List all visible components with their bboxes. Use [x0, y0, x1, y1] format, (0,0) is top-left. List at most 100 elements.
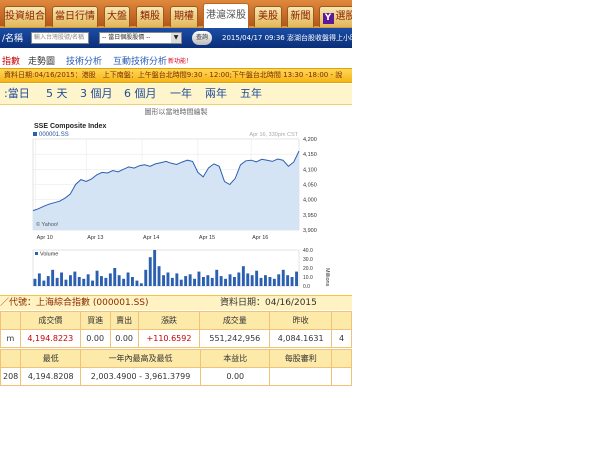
- tab-sectors[interactable]: 類股: [136, 6, 164, 27]
- subnav-trend-chart[interactable]: 走勢圖: [28, 54, 55, 67]
- tab-label: 新聞: [290, 11, 311, 22]
- volume-bar: [95, 270, 99, 286]
- search-label: /名稱: [2, 34, 24, 44]
- volume-tick-label: 40.0: [303, 248, 313, 254]
- subnav-technical-analysis[interactable]: 技術分析: [66, 54, 102, 67]
- volume-area: [32, 249, 300, 287]
- tab-futures-options[interactable]: 期權: [170, 6, 198, 27]
- volume-bar: [290, 277, 294, 286]
- volume-bar: [126, 272, 130, 286]
- volume-bar: [179, 279, 183, 286]
- tab-label: 選股: [335, 11, 353, 22]
- header-cell: [331, 311, 352, 330]
- volume-bar: [55, 277, 59, 286]
- tab-label: 大盤: [107, 11, 127, 22]
- quote-table-1: 成交價 買進 賣出 漲跌 成交量 昨收 m 4,194.8223 0.00 0.…: [0, 311, 352, 348]
- series-label: 000001.SS: [39, 132, 69, 138]
- volume-bar: [117, 275, 121, 286]
- price-chart: SSE Composite Index 000001.SS Apr 16, 33…: [32, 123, 330, 290]
- range-1y[interactable]: 一年: [170, 84, 192, 104]
- range-5y[interactable]: 五年: [240, 84, 262, 104]
- series-legend-swatch: [33, 132, 37, 136]
- tab-stock-screener[interactable]: Y選股: [319, 6, 352, 27]
- table-header-row: 最低 一年內最高及最低 本益比 每股審利: [0, 349, 352, 368]
- tab-hk-china-stocks[interactable]: 港滬深股: [203, 3, 249, 28]
- volume-tick-label: 0.0: [303, 284, 310, 290]
- search-button[interactable]: 查詢: [192, 31, 212, 45]
- trading-hours-bar: 資料日期:04/16/2015：港股 上下南盤：上午盤台北時間9:30 - 12…: [0, 68, 352, 83]
- y-tick-label: 4,150: [303, 152, 317, 158]
- volume-bar: [100, 276, 103, 286]
- volume-bar: [51, 269, 55, 286]
- volume-bar: [237, 272, 241, 286]
- select-value: -- 當日個股股價 --: [102, 34, 151, 41]
- volume-bar: [215, 269, 219, 286]
- 52week-range-cell: 2,003.4900 - 3,961.3799: [80, 367, 201, 386]
- volume-bar: [122, 278, 126, 286]
- data-date: 資料日期：04/16/2015: [220, 298, 317, 308]
- range-5d[interactable]: 5 天: [46, 84, 68, 104]
- volume-bar: [33, 278, 37, 286]
- range-6m[interactable]: 6 個月: [124, 84, 157, 104]
- tab-market[interactable]: 大盤: [104, 6, 130, 27]
- browser-frame: 投資組合 當日行情 大盤 類股 期權 港滬深股 美股 新聞 Y選股 /名稱 輸入…: [0, 0, 352, 392]
- header-cell: 買進: [79, 311, 111, 330]
- volume-bar: [281, 269, 285, 286]
- y-tick-label: 4,100: [303, 167, 317, 173]
- table-row: 208 4,194.8208 2,003.4900 - 3,961.3799 0…: [0, 367, 352, 386]
- tab-label: 類股: [140, 11, 160, 22]
- header-cell: 漲跌: [137, 311, 201, 330]
- tab-label: 期權: [174, 11, 194, 22]
- chart-title: SSE Composite Index: [34, 123, 106, 130]
- search-input[interactable]: 輸入台灣股號/名稱: [31, 32, 89, 44]
- volume-bar: [272, 278, 276, 286]
- subnav-interactive-technical[interactable]: 互動技術分析: [113, 54, 167, 67]
- header-cell: 昨收: [269, 311, 333, 330]
- header-cell: 一年內最高及最低: [80, 349, 201, 368]
- range-3m[interactable]: 3 個月: [80, 84, 113, 104]
- cell: 4: [331, 329, 352, 348]
- volume-bar: [73, 271, 77, 286]
- header-cell: 最低: [20, 349, 82, 368]
- volume-bar: [219, 276, 223, 286]
- volume-bar: [64, 279, 68, 286]
- x-axis-ticks: Apr 10 Apr 13 Apr 14 Apr 15 Apr 16: [37, 235, 269, 241]
- volume-bar: [188, 274, 192, 286]
- search-row: /名稱 輸入台灣股號/名稱 -- 當日個股股價 -- ▼ 查詢 2015/04/1…: [0, 28, 352, 48]
- tab-daily-quotes[interactable]: 當日行情: [52, 6, 98, 27]
- volume-bar: [246, 273, 250, 286]
- chart-watermark: © Yahoo!: [36, 221, 59, 228]
- range-intraday[interactable]: :當日: [4, 84, 30, 104]
- volume-bar: [91, 280, 94, 286]
- volume-bar: [153, 250, 157, 286]
- y-tick-label: 3,900: [303, 228, 317, 234]
- query-type-select[interactable]: -- 當日個股股價 -- ▼: [99, 32, 182, 44]
- volume-bar: [202, 277, 205, 286]
- volume-bar: [206, 275, 210, 286]
- tab-us-stocks[interactable]: 美股: [254, 6, 282, 27]
- subnav-index[interactable]: 指數: [2, 54, 20, 67]
- volume-bar: [228, 274, 232, 286]
- y-tick-label: 4,000: [303, 198, 317, 204]
- volume-legend-swatch: [35, 252, 38, 255]
- header-cell: 賣出: [109, 311, 139, 330]
- volume-bar: [233, 277, 236, 286]
- cell: 208: [0, 367, 22, 386]
- volume-bar: [277, 274, 281, 286]
- symbol-label: ／代號：上海綜合指數 (000001.SS): [0, 298, 149, 308]
- tab-portfolio[interactable]: 投資組合: [4, 6, 46, 27]
- range-2y[interactable]: 兩年: [205, 84, 227, 104]
- header-cell: 成交價: [19, 311, 81, 330]
- volume-bar: [286, 275, 290, 286]
- volume-bar: [135, 280, 139, 286]
- volume-axis-label: Millions: [324, 268, 330, 287]
- ask-cell: 0.00: [109, 329, 139, 348]
- new-feature-badge: 新功能！: [168, 58, 193, 65]
- volume-bar: [77, 277, 81, 286]
- low-cell: 4,194.8208: [20, 367, 82, 386]
- tab-news[interactable]: 新聞: [287, 6, 314, 27]
- tab-label: 投資組合: [5, 11, 45, 22]
- volume-bar: [113, 268, 117, 286]
- volume-bar: [144, 269, 148, 286]
- cell: m: [0, 329, 21, 348]
